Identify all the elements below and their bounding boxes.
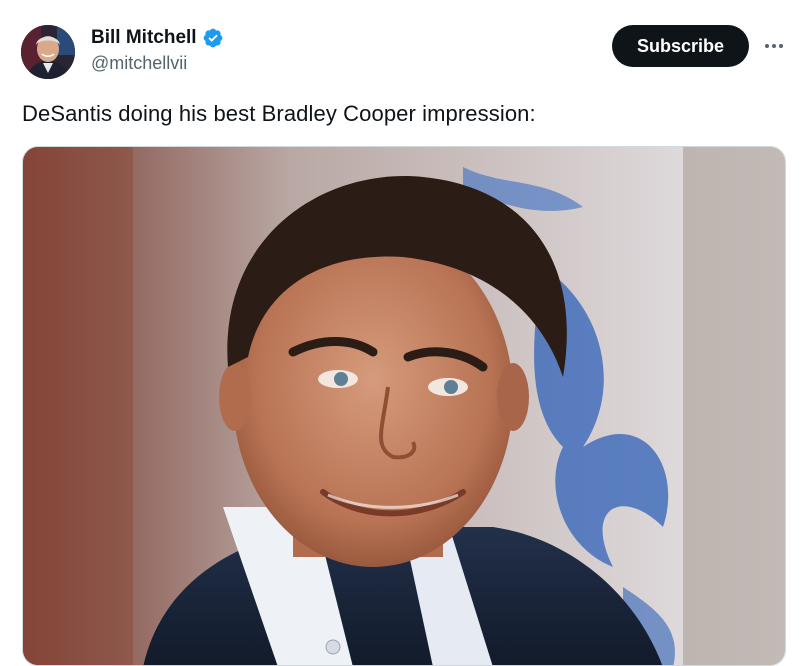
more-options-icon[interactable] [760,34,788,58]
avatar-image [21,25,75,79]
tweet-photo[interactable] [22,146,786,666]
verified-badge-icon[interactable] [202,27,224,49]
avatar[interactable] [21,25,75,79]
dot [765,44,769,48]
dot [772,44,776,48]
author-handle[interactable]: @mitchellvii [91,53,224,74]
dot [779,44,783,48]
portrait-photo [23,147,785,665]
tweet: Bill Mitchell @mitchellvii Subscribe DeS… [0,0,811,666]
tweet-text: DeSantis doing his best Bradley Cooper i… [22,101,536,126]
subscribe-button[interactable]: Subscribe [612,25,749,67]
display-name[interactable]: Bill Mitchell [91,27,197,49]
author-info: Bill Mitchell @mitchellvii [91,26,224,74]
